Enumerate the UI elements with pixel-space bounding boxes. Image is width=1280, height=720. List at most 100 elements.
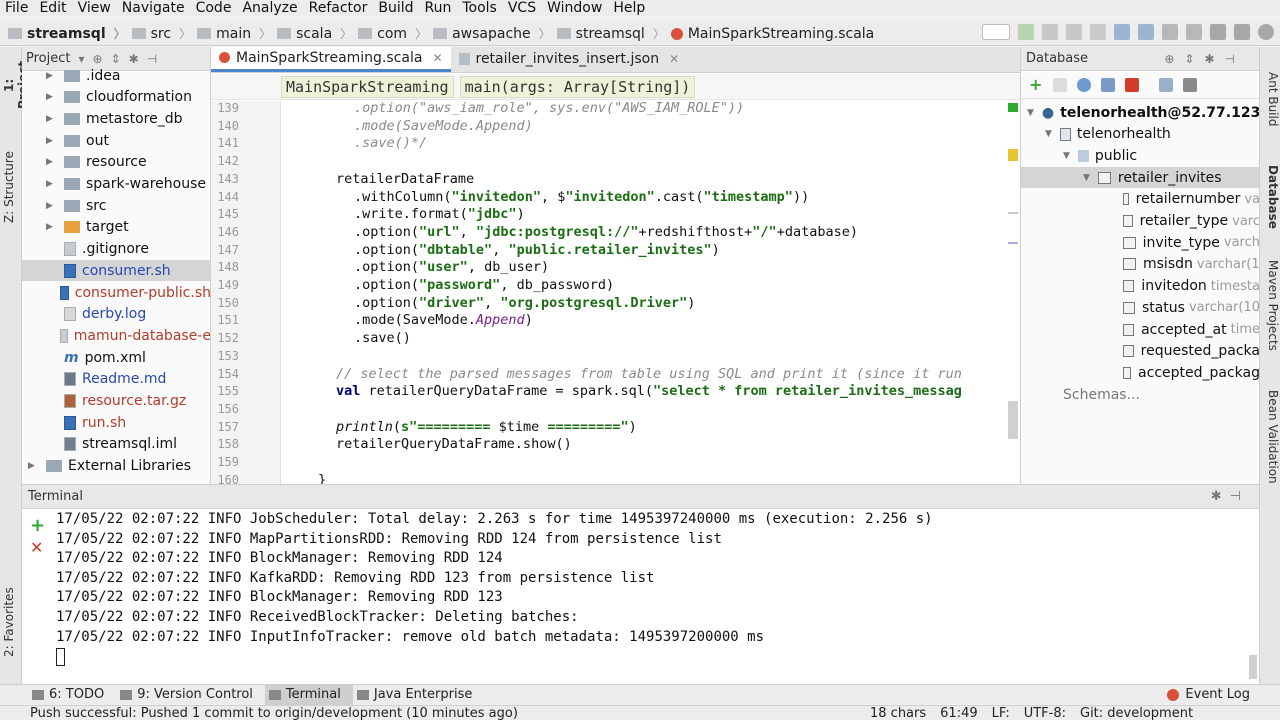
menu-navigate[interactable]: Navigate: [117, 0, 191, 16]
vertical-scrollbar[interactable]: [1008, 401, 1018, 439]
tree-item[interactable]: ▶ src: [22, 195, 210, 216]
db-column-node[interactable]: retailernumber va: [1021, 189, 1259, 210]
run-config-dropdown[interactable]: [982, 24, 1010, 40]
menu-window[interactable]: Window: [542, 0, 608, 16]
menu-view[interactable]: View: [73, 0, 117, 16]
warning-mark[interactable]: [1008, 149, 1018, 157]
db-schema-node[interactable]: ▼ public: [1021, 145, 1259, 166]
tree-item[interactable]: consumer.sh: [22, 260, 210, 282]
debug-icon[interactable]: [1042, 24, 1058, 40]
close-icon[interactable]: ✕: [432, 51, 442, 65]
terminal-header-icons[interactable]: ✱⊣: [1211, 489, 1249, 504]
tree-item[interactable]: run.sh: [22, 412, 210, 433]
expand-arrow-icon[interactable]: ▶: [46, 114, 56, 124]
gear-icon[interactable]: ✱: [129, 52, 139, 66]
tool-tab[interactable]: 9: Version Control: [116, 685, 265, 705]
db-column-node[interactable]: invitedon timesta: [1021, 276, 1259, 297]
git-branch[interactable]: Git: development: [1080, 706, 1193, 720]
stop-icon[interactable]: [1090, 24, 1106, 40]
error-stripe[interactable]: [1008, 101, 1020, 484]
menu-code[interactable]: Code: [191, 0, 238, 16]
menu-vcs[interactable]: VCS: [503, 0, 542, 16]
tool-tab[interactable]: Java Enterprise: [353, 685, 484, 705]
caret-position[interactable]: 61:49: [940, 706, 977, 720]
tree-item[interactable]: resource.tar.gz: [22, 391, 210, 412]
panel-header-icons[interactable]: ⊕⇕✱⊣: [1164, 52, 1245, 66]
code-area[interactable]: .option("aws_iam_role", sys.env("AWS_IAM…: [282, 101, 1020, 484]
vcs-update-icon[interactable]: [1114, 24, 1130, 40]
expand-arrow-icon[interactable]: ▼: [1045, 129, 1052, 139]
menu-file[interactable]: File: [0, 0, 34, 16]
expand-arrow-icon[interactable]: ▶: [46, 157, 56, 167]
tree-item[interactable]: ▶ metastore_db: [22, 108, 210, 129]
database-tool-tab[interactable]: Database: [1262, 165, 1280, 229]
event-log-button[interactable]: Event Log: [1167, 685, 1250, 705]
close-icon[interactable]: ✕: [669, 52, 679, 66]
db-column-node[interactable]: msisdn varchar(1: [1021, 254, 1259, 275]
method-breadcrumb[interactable]: main(args: Array[String]): [459, 75, 696, 98]
expand-arrow-icon[interactable]: ▶: [46, 179, 56, 189]
tool-tab[interactable]: 6: TODO: [28, 685, 116, 705]
revert-icon[interactable]: [1186, 24, 1202, 40]
breadcrumb-item[interactable]: streamsql 〉: [556, 25, 671, 42]
breadcrumb-item[interactable]: scala 〉: [277, 25, 358, 42]
maven-projects-tool-tab[interactable]: Maven Projects: [1262, 260, 1280, 355]
db-column-node[interactable]: status varchar(10: [1021, 297, 1259, 318]
tree-item[interactable]: derby.log: [22, 304, 210, 325]
expand-arrow-icon[interactable]: ▶: [46, 92, 56, 102]
project-structure-icon[interactable]: [1234, 24, 1250, 40]
menu-run[interactable]: Run: [420, 0, 458, 16]
menu-build[interactable]: Build: [373, 0, 419, 16]
tree-item[interactable]: .gitignore: [22, 239, 210, 260]
hide-icon[interactable]: ⊣: [147, 52, 157, 66]
structure-tool-tab[interactable]: Z: Structure: [2, 147, 20, 227]
breadcrumb-item[interactable]: com 〉: [358, 25, 433, 42]
db-connection-node[interactable]: ▼ ● telenorhealth@52.77.123.2: [1021, 102, 1259, 123]
class-breadcrumb[interactable]: MainSparkStreaming: [281, 75, 454, 98]
menu-edit[interactable]: Edit: [34, 0, 72, 16]
tree-item[interactable]: ▶ cloudformation: [22, 87, 210, 108]
db-schemas-link[interactable]: Schemas...: [1021, 384, 1259, 405]
db-column-node[interactable]: accepted_packag: [1021, 362, 1259, 383]
table-view-icon[interactable]: [1159, 77, 1173, 92]
expand-arrow-icon[interactable]: ▶: [28, 461, 38, 471]
db-database-node[interactable]: ▼ telenorhealth: [1021, 124, 1259, 145]
project-tool-tab[interactable]: 1: Project: [2, 55, 30, 115]
tree-item[interactable]: ▶ .idea: [22, 65, 210, 86]
breadcrumb-item[interactable]: main 〉: [197, 25, 277, 42]
crosshair-icon[interactable]: ⊕: [93, 52, 103, 66]
db-column-node[interactable]: retailer_type varc: [1021, 211, 1259, 232]
menu-tools[interactable]: Tools: [457, 0, 503, 16]
tab-retailer-invites-json[interactable]: retailer_invites_insert.json ✕: [451, 47, 688, 72]
run-icon[interactable]: [1018, 24, 1034, 40]
chevron-down-icon[interactable]: ▾: [78, 52, 84, 66]
vcs-commit-icon[interactable]: [1138, 24, 1154, 40]
menu-help[interactable]: Help: [608, 0, 651, 16]
favorites-tool-tab[interactable]: 2: Favorites: [2, 587, 20, 657]
expand-arrow-icon[interactable]: ▶: [46, 136, 56, 146]
expand-arrow-icon[interactable]: ▶: [46, 71, 56, 81]
menu-analyze[interactable]: Analyze: [237, 0, 303, 16]
breadcrumb-item[interactable]: awsapache 〉: [433, 25, 557, 42]
file-encoding[interactable]: UTF-8:: [1024, 706, 1066, 720]
expand-arrow-icon[interactable]: ▼: [1063, 151, 1070, 161]
breadcrumb-item[interactable]: MainSparkStreaming.scala: [670, 26, 874, 42]
expand-arrow-icon[interactable]: ▼: [1027, 108, 1034, 118]
tree-item[interactable]: ▶ resource: [22, 152, 210, 173]
tool-tab[interactable]: Terminal: [264, 684, 353, 705]
tree-item[interactable]: ▶ spark-warehouse: [22, 174, 210, 195]
console-icon[interactable]: [1183, 77, 1197, 92]
tree-item[interactable]: ▶ target: [22, 217, 210, 238]
tree-item[interactable]: streamsql.iml: [22, 434, 210, 455]
copy-icon[interactable]: [1053, 77, 1067, 92]
properties-icon[interactable]: [1101, 77, 1115, 92]
coverage-icon[interactable]: [1066, 24, 1082, 40]
inspection-ok-icon[interactable]: [1008, 103, 1018, 112]
tab-main-spark-streaming[interactable]: MainSparkStreaming.scala ✕: [211, 47, 451, 72]
stop-icon[interactable]: [1125, 77, 1139, 92]
warning-mark[interactable]: [1008, 157, 1018, 161]
line-separator[interactable]: LF:: [992, 706, 1010, 720]
breadcrumb-item[interactable]: src 〉: [131, 25, 197, 42]
terminal-scrollbar[interactable]: [1249, 655, 1257, 679]
collapse-icon[interactable]: ⇕: [111, 52, 121, 66]
